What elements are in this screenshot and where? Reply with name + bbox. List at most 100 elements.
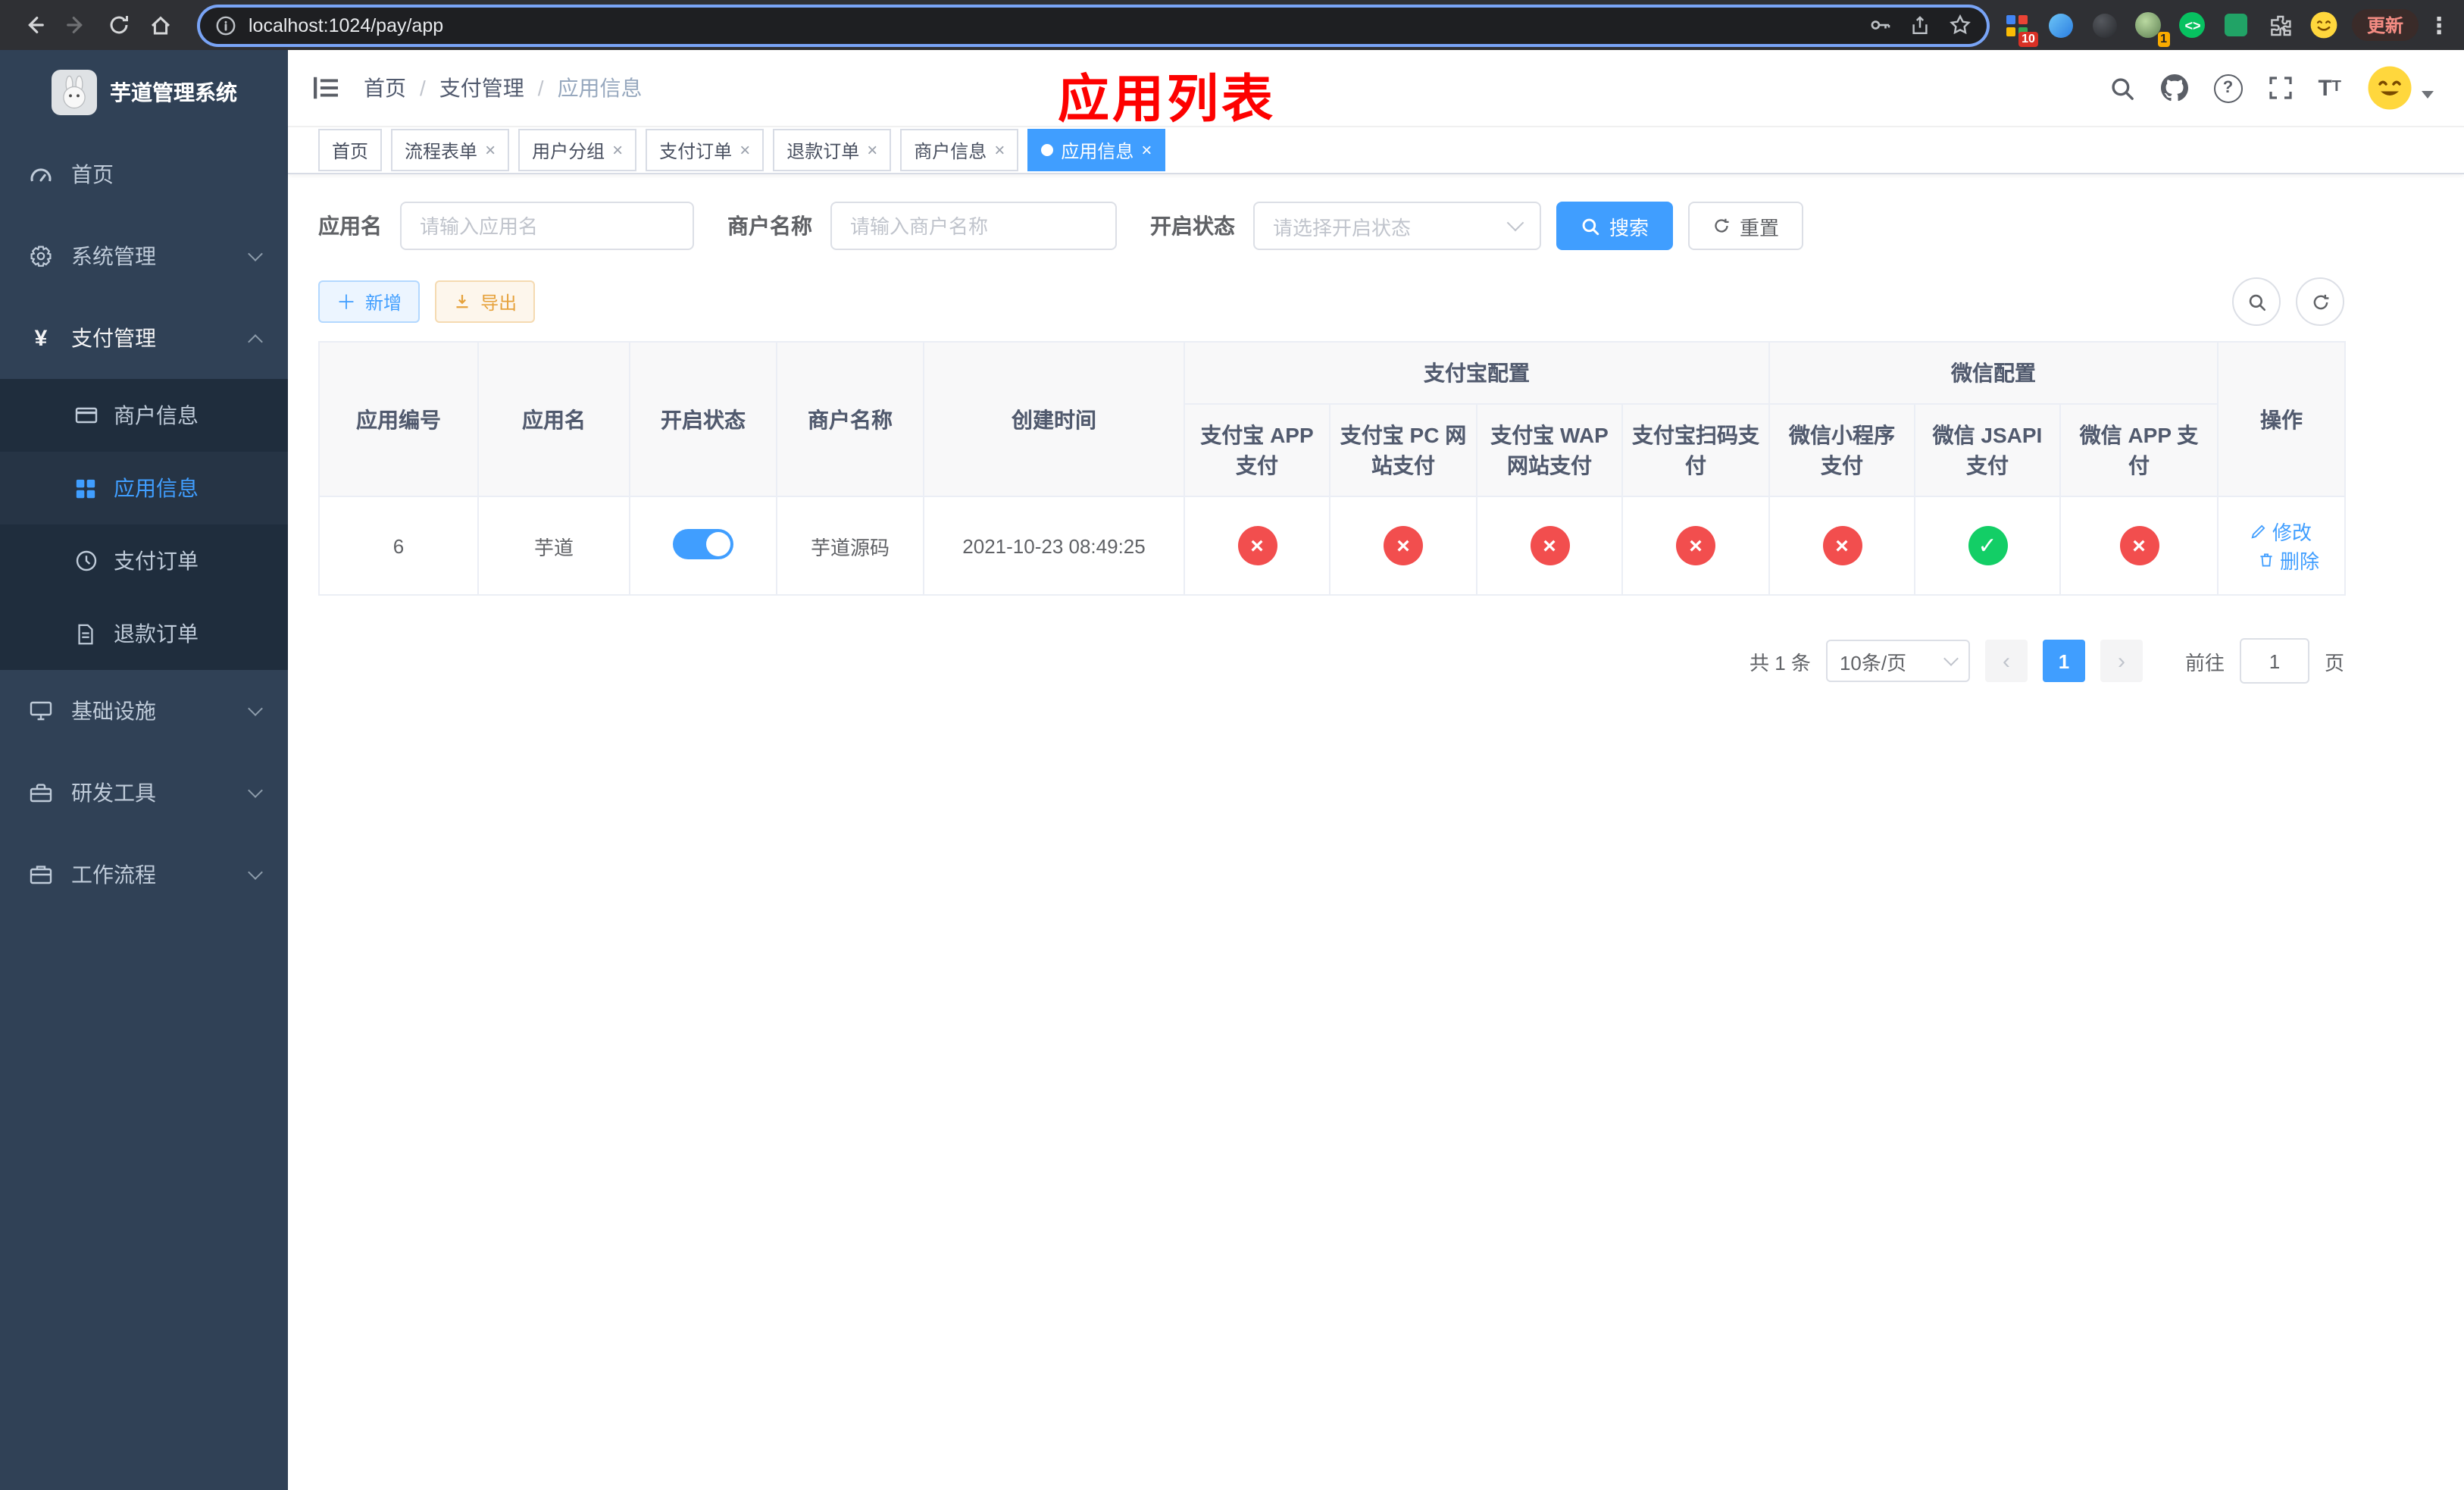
close-icon[interactable]: × xyxy=(740,141,750,159)
add-button[interactable]: ＋ 新增 xyxy=(318,280,421,323)
goto-prefix: 前往 xyxy=(2184,651,2225,674)
extensions-row: 10 1 <> xyxy=(2002,10,2340,46)
password-key-icon[interactable] xyxy=(1868,14,1891,36)
sidebar-item-payment[interactable]: ¥ 支付管理 xyxy=(0,297,288,379)
app-logo[interactable]: 芋道管理系统 xyxy=(0,50,288,133)
extension-dark-icon[interactable] xyxy=(2090,10,2120,40)
tab-merchant-info[interactable]: 商户信息 × xyxy=(900,129,1019,171)
tab-refund-orders[interactable]: 退款订单 × xyxy=(773,129,892,171)
sidebar-item-label: 基础设施 xyxy=(71,699,156,723)
bookmark-star-icon[interactable] xyxy=(1949,14,1972,36)
edit-button[interactable]: 修改 xyxy=(2251,517,2312,546)
navbar: 首页 / 支付管理 / 应用信息 应用列表 ? T T xyxy=(288,50,2464,129)
tab-label: 流程表单 xyxy=(405,140,478,161)
alipay-pc-status-icon: × xyxy=(1384,526,1423,565)
gear-icon xyxy=(27,244,55,268)
browser-menu-icon[interactable]: ⋮ xyxy=(2428,11,2450,39)
toggle-search-button[interactable] xyxy=(2232,277,2281,326)
sidebar-item-merchant-info[interactable]: 商户信息 xyxy=(0,379,288,452)
sidebar-item-app-info[interactable]: 应用信息 xyxy=(0,452,288,524)
tab-home[interactable]: 首页 xyxy=(318,129,383,171)
next-page-button[interactable]: › xyxy=(2100,640,2143,682)
sidebar-item-payment-orders[interactable]: 支付订单 xyxy=(0,524,288,597)
sidebar-item-label: 工作流程 xyxy=(71,862,156,887)
app-name-input[interactable] xyxy=(400,202,694,250)
fullscreen-icon[interactable] xyxy=(2268,76,2292,100)
share-icon[interactable] xyxy=(1909,14,1931,36)
close-icon[interactable]: × xyxy=(867,141,877,159)
edit-button-label: 修改 xyxy=(2272,521,2312,544)
help-icon[interactable]: ? xyxy=(2213,74,2243,102)
sidebar-toggle-icon[interactable] xyxy=(312,76,339,100)
page-number-1[interactable]: 1 xyxy=(2042,640,2085,682)
extensions-puzzle-icon[interactable] xyxy=(2265,10,2296,40)
payment-submenu: 商户信息 应用信息 支付订单 退款订单 xyxy=(0,379,288,670)
tab-label: 用户分组 xyxy=(532,140,605,161)
breadcrumb-payment[interactable]: 支付管理 xyxy=(439,73,524,103)
tab-label: 支付订单 xyxy=(659,140,733,161)
reset-button[interactable]: 重置 xyxy=(1688,202,1804,250)
extension-blue-icon[interactable] xyxy=(2046,10,2076,40)
sidebar-item-system[interactable]: 系统管理 xyxy=(0,215,288,297)
font-size-icon[interactable]: TT xyxy=(2318,77,2341,99)
wechat-app-status-icon: × xyxy=(2119,526,2159,565)
back-button[interactable] xyxy=(15,7,52,43)
github-icon[interactable] xyxy=(2160,74,2188,102)
sidebar-item-refund-orders[interactable]: 退款订单 xyxy=(0,597,288,670)
tab-user-group[interactable]: 用户分组 × xyxy=(518,129,637,171)
tab-process-form[interactable]: 流程表单 × xyxy=(391,129,510,171)
browser-profile-avatar[interactable] xyxy=(2309,10,2340,40)
status-toggle[interactable] xyxy=(673,528,733,559)
alipay-app-status-icon: × xyxy=(1237,526,1277,565)
status-label: 开启状态 xyxy=(1150,214,1235,238)
site-info-icon[interactable] xyxy=(215,14,236,36)
goto-page-input[interactable] xyxy=(2239,638,2309,684)
col-header-alipay-pc: 支付宝 PC 网站支付 xyxy=(1329,403,1477,497)
search-icon[interactable] xyxy=(2109,75,2134,101)
extension-wechat-devtools-icon[interactable]: <> xyxy=(2178,10,2208,40)
cell-app-id: 6 xyxy=(318,496,479,596)
tab-label: 首页 xyxy=(332,140,369,161)
alipay-wap-status-icon: × xyxy=(1530,526,1569,565)
close-icon[interactable]: × xyxy=(485,141,496,159)
sidebar-item-infrastructure[interactable]: 基础设施 xyxy=(0,670,288,752)
url-text: localhost:1024/pay/app xyxy=(249,14,444,36)
refresh-button[interactable] xyxy=(2296,277,2344,326)
close-icon[interactable]: × xyxy=(1141,141,1152,159)
extension-green-square-icon[interactable] xyxy=(2222,10,2252,40)
col-header-alipay-qr: 支付宝扫码支付 xyxy=(1621,403,1770,497)
extension-grid-icon[interactable]: 10 xyxy=(2002,10,2038,46)
tab-payment-orders[interactable]: 支付订单 × xyxy=(646,129,765,171)
search-button[interactable]: 搜索 xyxy=(1556,202,1674,250)
close-icon[interactable]: × xyxy=(994,141,1005,159)
user-menu[interactable] xyxy=(2367,65,2434,111)
sidebar-item-label: 退款订单 xyxy=(114,621,199,646)
merchant-name-input[interactable] xyxy=(830,202,1117,250)
extension-badge: 10 xyxy=(2018,31,2038,46)
breadcrumb-home[interactable]: 首页 xyxy=(364,73,406,103)
filter-form: 应用名 商户名称 开启状态 请选择开启状态 搜索 xyxy=(318,202,2434,250)
sidebar-item-dev-tools[interactable]: 研发工具 xyxy=(0,752,288,834)
browser-update-button[interactable]: 更新 xyxy=(2351,9,2419,41)
sidebar: 芋道管理系统 首页 系统管理 ¥ 支付管理 商户信息 应用信息 支付订单 退款订… xyxy=(0,50,288,1490)
col-header-app-id: 应用编号 xyxy=(318,341,479,497)
delete-button[interactable]: 删除 xyxy=(2259,546,2319,574)
page-size-select[interactable]: 10条/页 xyxy=(1825,640,1970,682)
export-button[interactable]: 导出 xyxy=(435,280,536,323)
prev-page-button[interactable]: ‹ xyxy=(1984,640,2028,682)
tab-app-info[interactable]: 应用信息 × xyxy=(1027,129,1166,171)
status-select[interactable]: 请选择开启状态 xyxy=(1253,202,1541,250)
col-header-actions: 操作 xyxy=(2217,341,2346,497)
sidebar-item-workflow[interactable]: 工作流程 xyxy=(0,834,288,916)
sidebar-item-label: 支付订单 xyxy=(114,549,199,573)
close-icon[interactable]: × xyxy=(612,141,623,159)
address-bar[interactable]: localhost:1024/pay/app xyxy=(200,7,1987,43)
home-button[interactable] xyxy=(142,7,179,43)
sidebar-item-home[interactable]: 首页 xyxy=(0,133,288,215)
forward-button[interactable] xyxy=(58,7,94,43)
export-button-label: 导出 xyxy=(480,292,518,313)
extension-profile-photo-icon[interactable]: 1 xyxy=(2134,10,2170,46)
pen-icon xyxy=(2252,524,2266,539)
reload-button[interactable] xyxy=(100,7,136,43)
table-toolbar: ＋ 新增 导出 xyxy=(318,277,2344,326)
